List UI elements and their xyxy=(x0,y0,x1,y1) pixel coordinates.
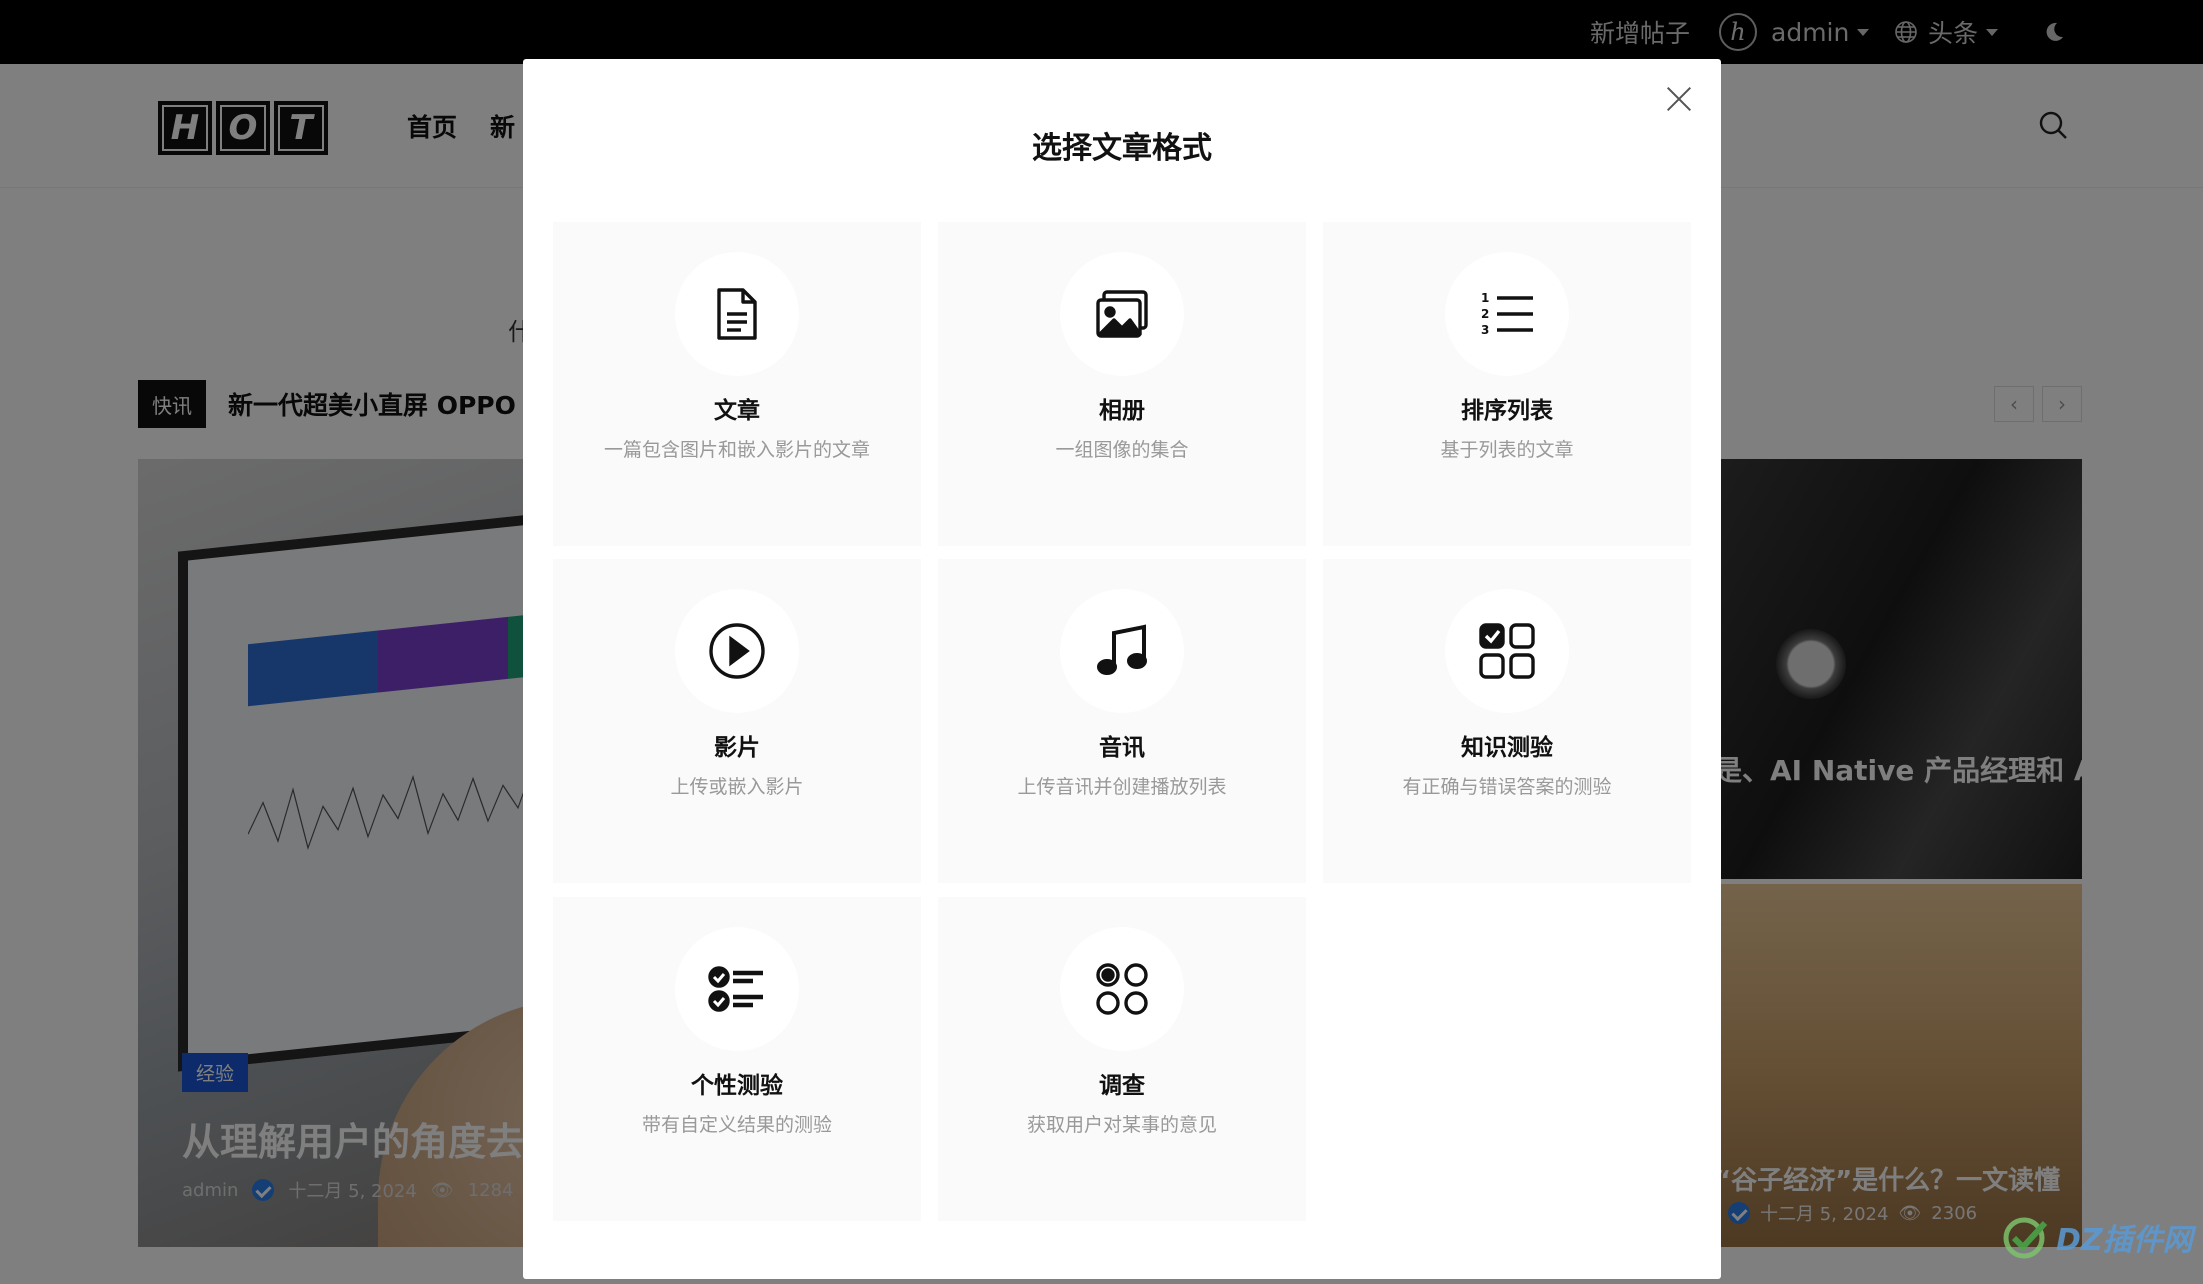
format-option-personality-quiz[interactable]: 个性测验 带有自定义结果的测验 xyxy=(553,897,921,1221)
format-desc: 带有自定义结果的测验 xyxy=(641,1114,832,1136)
checkmark-logo-icon xyxy=(2003,1217,2048,1259)
format-desc: 上传或嵌入影片 xyxy=(670,776,804,798)
svg-text:3: 3 xyxy=(1481,323,1489,337)
format-option-audio[interactable]: 音讯 上传音讯并创建播放列表 xyxy=(938,559,1306,883)
document-icon xyxy=(717,288,757,340)
svg-text:1: 1 xyxy=(1481,291,1489,305)
format-name: 知识测验 xyxy=(1461,735,1553,761)
svg-text:2: 2 xyxy=(1481,307,1489,321)
watermark-text: DZ插件网 xyxy=(2056,1223,2193,1258)
format-name: 调查 xyxy=(1099,1073,1145,1099)
format-name: 音讯 xyxy=(1099,735,1145,761)
poll-icon xyxy=(1096,963,1148,1015)
modal-title: 选择文章格式 xyxy=(1032,131,1212,166)
format-name: 个性测验 xyxy=(691,1073,783,1099)
format-option-video[interactable]: 影片 上传或嵌入影片 xyxy=(553,559,921,883)
format-desc: 基于列表的文章 xyxy=(1440,439,1574,461)
format-name: 文章 xyxy=(714,398,760,424)
format-name: 影片 xyxy=(714,735,760,761)
format-option-trivia-quiz[interactable]: 知识测验 有正确与错误答案的测验 xyxy=(1323,559,1691,883)
format-desc: 一篇包含图片和嵌入影片的文章 xyxy=(603,439,870,461)
format-desc: 获取用户对某事的意见 xyxy=(1026,1114,1217,1136)
format-name: 相册 xyxy=(1099,398,1145,424)
format-option-list[interactable]: 1 2 3 排序列表 基于列表的文章 xyxy=(1323,222,1691,546)
play-icon xyxy=(709,623,765,679)
format-desc: 上传音讯并创建播放列表 xyxy=(1017,776,1227,798)
format-desc: 有正确与错误答案的测验 xyxy=(1402,776,1612,798)
format-modal: 选择文章格式 文章 一篇包含图片和嵌入影片的文章 相册 一组图像的集合 1 2 … xyxy=(523,59,1721,1279)
numbered-list-icon: 1 2 3 xyxy=(1481,291,1533,337)
format-desc: 一组图像的集合 xyxy=(1055,439,1189,461)
gallery-icon xyxy=(1096,290,1148,338)
format-name: 排序列表 xyxy=(1461,398,1553,424)
format-option-gallery[interactable]: 相册 一组图像的集合 xyxy=(938,222,1306,546)
quiz-grid-icon xyxy=(1479,623,1535,679)
checklist-icon xyxy=(708,966,763,1012)
format-option-article[interactable]: 文章 一篇包含图片和嵌入影片的文章 xyxy=(553,222,921,546)
music-icon xyxy=(1097,624,1147,675)
watermark: DZ插件网 xyxy=(2000,1212,2193,1262)
close-icon[interactable] xyxy=(1659,79,1699,119)
format-option-poll[interactable]: 调查 获取用户对某事的意见 xyxy=(938,897,1306,1221)
